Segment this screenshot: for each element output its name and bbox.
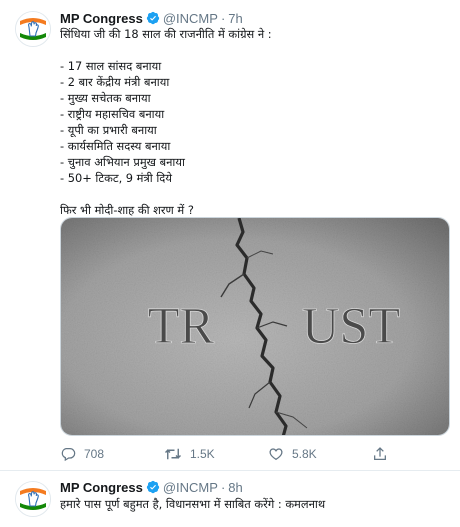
congress-logo-icon (16, 12, 50, 46)
reply-icon (61, 448, 76, 462)
tweet-image[interactable]: TR UST (60, 217, 450, 436)
author-handle[interactable]: @INCMP (163, 480, 218, 495)
tweet-text-line: सिंधिया जी की 18 साल की राजनीति में कांग… (60, 27, 272, 41)
tweet-text-line: - यूपी का प्रभारी बनाया (60, 123, 157, 137)
like-icon (269, 448, 283, 461)
tweet-actions: 708 1.5K 5.8K (60, 444, 450, 464)
tweet-text-line: - 2 बार केंद्रीय मंत्री बनाया (60, 75, 170, 89)
tweet[interactable]: MP Congress @INCMP · 7h सिंधिया जी की 18… (0, 0, 460, 471)
congress-logo-icon (16, 482, 50, 516)
like-count: 5.8K (292, 447, 317, 461)
retweet-button[interactable]: 1.5K (164, 446, 268, 462)
verified-badge-icon (146, 480, 160, 494)
timeline-feed: MP Congress @INCMP · 7h सिंधिया जी की 18… (0, 0, 460, 527)
author-name[interactable]: MP Congress (60, 480, 143, 495)
author-name[interactable]: MP Congress (60, 11, 143, 26)
reply-button[interactable]: 708 (60, 446, 164, 462)
trust-crack-image: TR UST (61, 218, 449, 435)
tweet-text-line: - 17 साल सांसद बनाया (60, 59, 162, 73)
share-icon (374, 447, 386, 460)
tweet-text-line: - राष्ट्रीय महासचिव बनाया (60, 107, 165, 121)
image-text-tr: TR (148, 298, 215, 355)
avatar[interactable] (15, 481, 51, 517)
tweet-text-line: - कार्यसमिति सदस्य बनाया (60, 139, 171, 153)
tweet-timestamp[interactable]: 8h (228, 480, 242, 495)
author-handle[interactable]: @INCMP (163, 11, 218, 26)
tweet-text-line: फिर भी मोदी-शाह की शरण में ? (60, 203, 194, 217)
separator-dot: · (220, 479, 226, 495)
tweet-timestamp[interactable]: 7h (228, 11, 242, 26)
retweet-icon (164, 448, 182, 460)
tweet-text-line: - चुनाव अभियान प्रमुख बनाया (60, 155, 185, 169)
tweet-header: MP Congress @INCMP · 8h (60, 478, 243, 496)
reply-count: 708 (84, 447, 105, 461)
tweet-text-line: हमारे पास पूर्ण बहुमत है, विधानसभा में स… (60, 497, 326, 511)
image-text-ust: UST (302, 298, 400, 355)
separator-dot: · (220, 10, 226, 26)
retweet-count: 1.5K (190, 447, 215, 461)
tweet-header: MP Congress @INCMP · 7h (60, 9, 243, 27)
avatar[interactable] (15, 11, 51, 47)
verified-badge-icon (146, 11, 160, 25)
tweet-text: हमारे पास पूर्ण बहुमत है, विधानसभा में स… (60, 496, 450, 512)
tweet[interactable]: MP Congress @INCMP · 8h हमारे पास पूर्ण … (0, 471, 460, 527)
share-button[interactable] (372, 446, 396, 462)
like-button[interactable]: 5.8K (268, 446, 372, 462)
tweet-text-line: - 50+ टिकट, 9 मंत्री दिये (60, 171, 172, 185)
tweet-text: सिंधिया जी की 18 साल की राजनीति में कांग… (60, 26, 450, 218)
tweet-text-line: - मुख्य सचेतक बनाया (60, 91, 151, 105)
